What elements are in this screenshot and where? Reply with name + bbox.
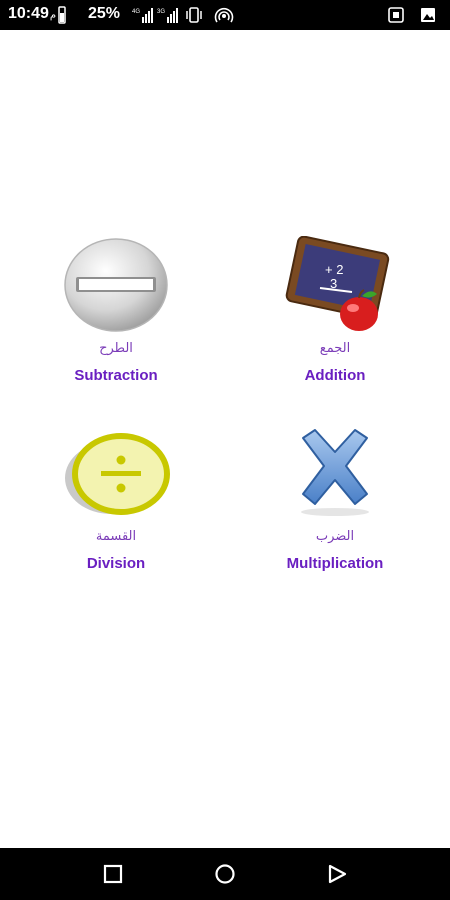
chalkboard-line-1: + 2 (325, 262, 343, 277)
battery-percent: 25% (88, 5, 121, 22)
division-arabic-label: القسمة (95, 529, 137, 544)
division-label: Division (86, 555, 146, 572)
svg-text:4G: 4G (132, 9, 140, 15)
addition-tile[interactable]: + 2 3 الجمع Addition (235, 235, 435, 396)
status-time: 10:49م (8, 5, 56, 23)
hotspot-icon (214, 7, 234, 23)
division-tile[interactable]: القسمة Division (16, 424, 216, 584)
back-icon[interactable] (326, 863, 348, 885)
subtraction-tile[interactable]: الطرح Subtraction (16, 236, 216, 396)
addition-arabic-label: الجمع (319, 341, 351, 356)
addition-label: Addition (304, 367, 366, 384)
multiply-x-icon (280, 424, 390, 524)
status-bar: 10:49م 25% 4G 3G (0, 0, 450, 30)
signal-lte-icon: 4G (132, 8, 153, 23)
multiplication-label: Multiplication (286, 555, 384, 572)
signal-3g-icon: 3G (157, 8, 178, 23)
chalkboard-apple-icon: + 2 3 (280, 235, 390, 336)
minus-circle-icon (61, 236, 171, 336)
svg-text:3G: 3G (157, 9, 165, 15)
screenshot-notification-icon (388, 7, 404, 23)
alarm-icon (58, 6, 66, 24)
status-time-value: 10:49 (8, 5, 49, 22)
subtraction-arabic-label: الطرح (99, 341, 133, 356)
multiplication-arabic-label: الضرب (315, 529, 355, 544)
subtraction-label: Subtraction (74, 367, 158, 384)
vibrate-icon (186, 7, 202, 23)
multiplication-tile[interactable]: الضرب Multiplication (235, 424, 435, 584)
division-circle-icon (61, 424, 171, 524)
gallery-notification-icon (421, 8, 435, 22)
home-icon[interactable] (214, 863, 236, 885)
recent-apps-icon[interactable] (102, 863, 124, 885)
operations-screen: الطرح Subtraction + 2 3 الجمع Addition ا… (0, 30, 450, 848)
navigation-bar (0, 848, 450, 900)
chalkboard-line-2: 3 (330, 276, 337, 291)
